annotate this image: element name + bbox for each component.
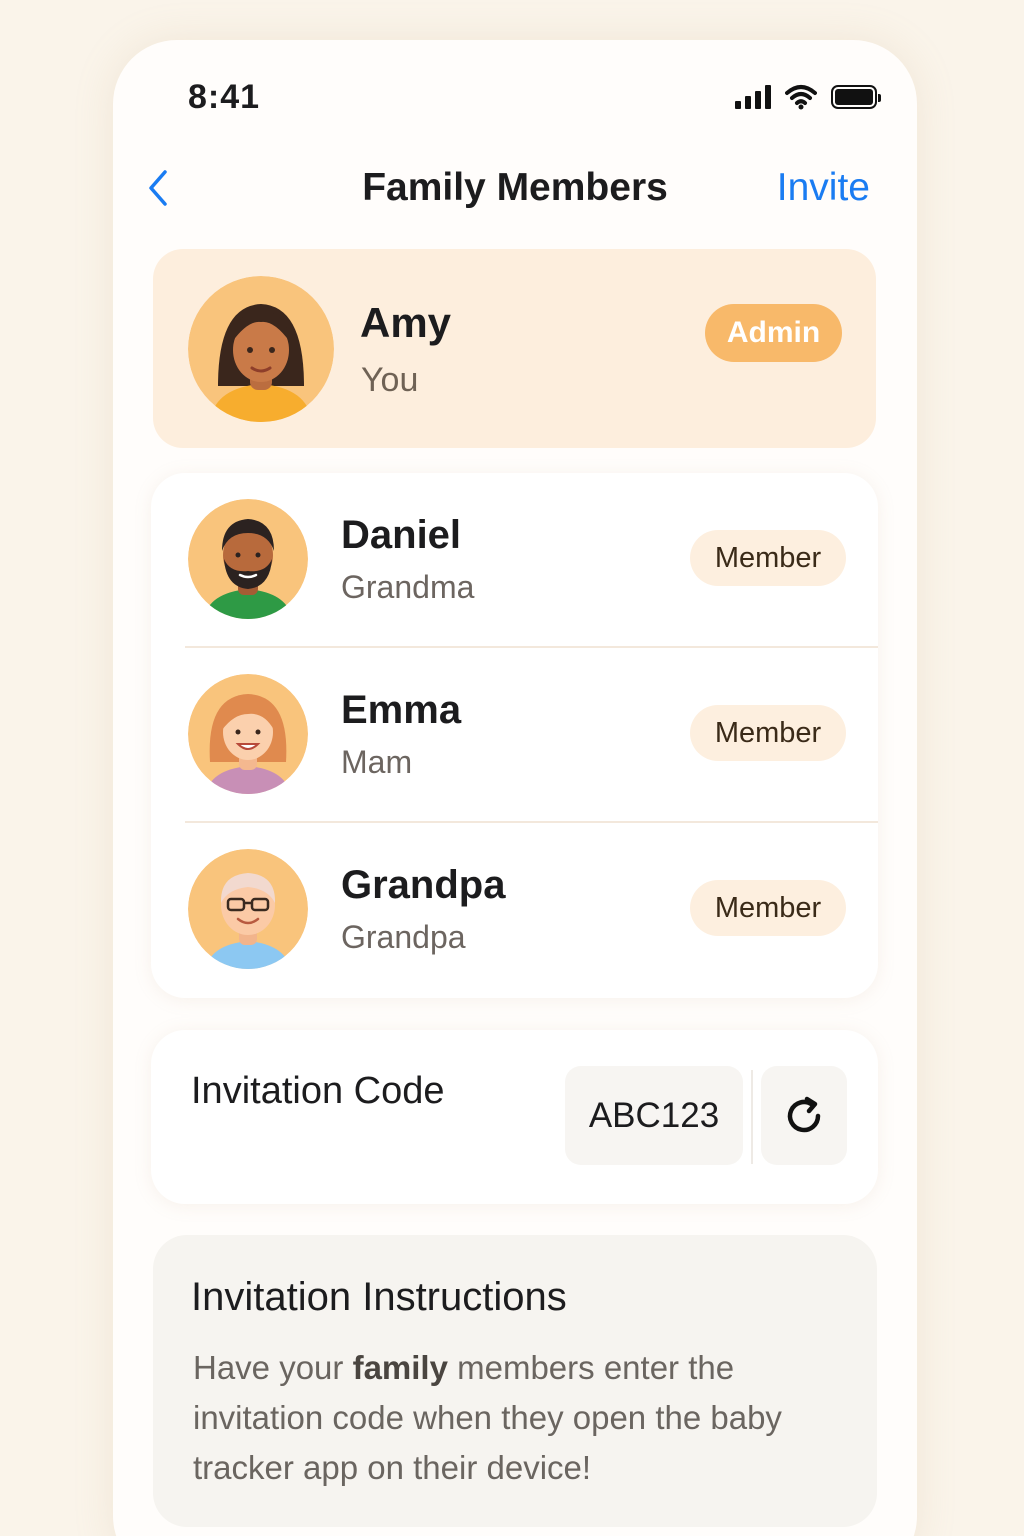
instructions-card: Invitation Instructions Have your family… bbox=[153, 1235, 877, 1527]
member-role: Grandma bbox=[341, 569, 475, 605]
member-name: Emma bbox=[341, 688, 462, 732]
status-icons bbox=[735, 84, 881, 110]
status-time: 8:41 bbox=[188, 78, 261, 116]
signal-icon bbox=[735, 85, 771, 109]
members-list: Daniel Grandma Member Emma Mam Member Gr… bbox=[151, 473, 878, 998]
member-row[interactable]: Daniel Grandma Member bbox=[151, 473, 878, 647]
wifi-icon bbox=[785, 85, 817, 110]
role-badge: Member bbox=[690, 530, 846, 586]
invitation-code-value[interactable]: ABC123 bbox=[565, 1066, 743, 1165]
avatar bbox=[188, 674, 308, 794]
instructions-text-part: Have your bbox=[193, 1349, 353, 1386]
member-row[interactable]: Emma Mam Member bbox=[151, 648, 878, 822]
member-row[interactable]: Grandpa Grandpa Member bbox=[151, 823, 878, 997]
member-role: Mam bbox=[341, 744, 413, 780]
avatar bbox=[188, 499, 308, 619]
instructions-title: Invitation Instructions bbox=[191, 1275, 567, 1319]
instructions-text-bold: family bbox=[352, 1349, 448, 1386]
role-badge: Admin bbox=[705, 304, 842, 362]
member-subtitle: You bbox=[361, 361, 419, 399]
member-name: Grandpa bbox=[341, 863, 506, 907]
invite-button[interactable]: Invite bbox=[777, 166, 870, 210]
role-badge: Member bbox=[690, 880, 846, 936]
invitation-code-card: Invitation Code ABC123 bbox=[151, 1030, 878, 1204]
role-badge: Member bbox=[690, 705, 846, 761]
refresh-icon bbox=[787, 1096, 821, 1132]
invitation-code-label: Invitation Code bbox=[191, 1070, 445, 1112]
instructions-text: Have your family members enter the invit… bbox=[193, 1343, 853, 1493]
avatar bbox=[188, 849, 308, 969]
refresh-code-button[interactable] bbox=[761, 1066, 847, 1165]
phone-screen: 8:41 Family Members Invite Amy You Admin… bbox=[113, 40, 917, 1536]
avatar bbox=[188, 276, 334, 422]
member-name: Amy bbox=[360, 299, 452, 346]
admin-member-card[interactable]: Amy You Admin bbox=[153, 249, 876, 448]
member-role: Grandpa bbox=[341, 919, 466, 955]
divider bbox=[751, 1070, 753, 1164]
battery-icon bbox=[831, 85, 881, 109]
member-name: Daniel bbox=[341, 513, 462, 557]
